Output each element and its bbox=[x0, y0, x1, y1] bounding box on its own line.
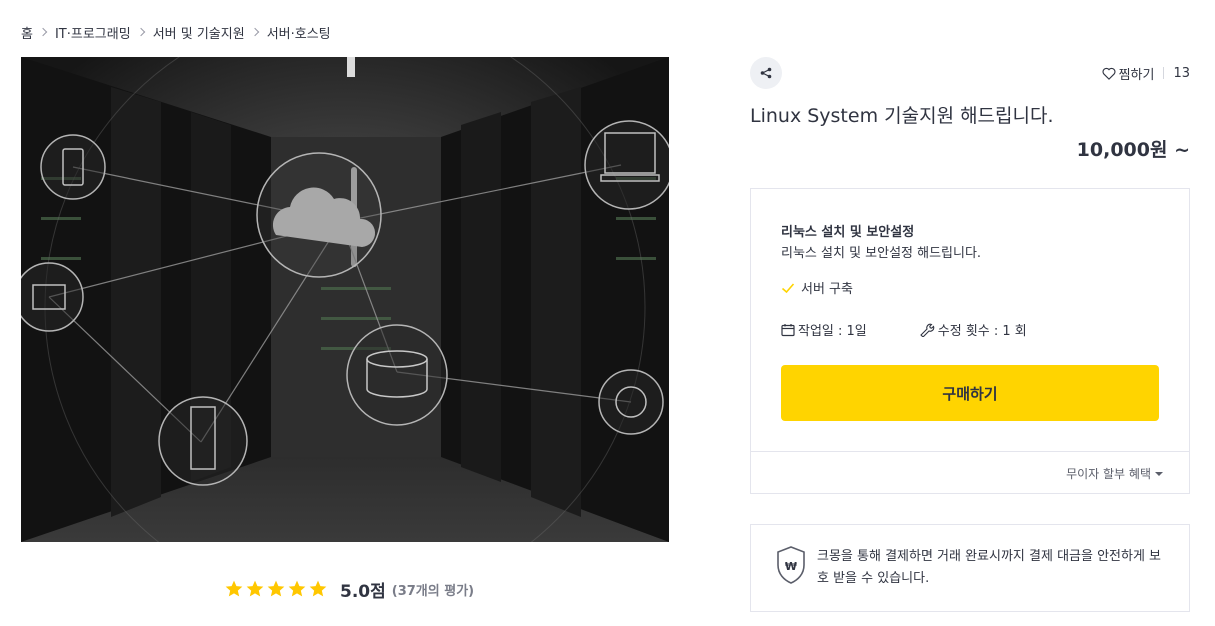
star-icon bbox=[225, 580, 243, 597]
wishlist-button[interactable]: 찜하기 bbox=[1102, 64, 1155, 83]
package-name: 리눅스 설치 및 보안설정 bbox=[781, 225, 915, 240]
installment-toggle[interactable]: 무이자 할부 혜택 bbox=[1066, 465, 1163, 482]
chevron-right-icon bbox=[135, 25, 149, 39]
package-description: 리눅스 설치 및 보안설정 해드립니다. bbox=[781, 246, 982, 261]
service-title: Linux System 기술지원 해드립니다. bbox=[750, 105, 1054, 127]
breadcrumb-server-hosting[interactable]: 서버·호스팅 bbox=[267, 23, 331, 42]
breadcrumb-home[interactable]: 홈 bbox=[21, 23, 33, 42]
svg-text:₩: ₩ bbox=[785, 560, 797, 573]
breadcrumb-server-support[interactable]: 서버 및 기술지원 bbox=[153, 23, 245, 42]
calendar-icon bbox=[781, 323, 795, 336]
safe-payment-text: 크몽을 통해 결제하면 거래 완료시까지 결제 대금을 안전하게 보호 받을 수… bbox=[817, 549, 1162, 586]
heart-icon bbox=[1102, 67, 1116, 80]
safe-payment-notice: ₩ 크몽을 통해 결제하면 거래 완료시까지 결제 대금을 안전하게 보호 받을… bbox=[750, 524, 1190, 612]
work-days-label: 작업일 : 1일 bbox=[798, 324, 867, 339]
star-icon bbox=[246, 580, 264, 597]
wishlist-count: 13 bbox=[1173, 65, 1190, 81]
revisions-label: 수정 횟수 : 1 회 bbox=[937, 324, 1027, 339]
star-rating bbox=[224, 579, 328, 599]
buy-button[interactable]: 구매하기 bbox=[781, 365, 1159, 421]
share-icon bbox=[760, 67, 772, 79]
wishlist: 찜하기 13 bbox=[1102, 63, 1190, 83]
rating-score: 5.0점 bbox=[340, 581, 386, 602]
check-icon bbox=[781, 282, 795, 293]
caret-down-icon bbox=[1155, 471, 1163, 476]
feature-label: 서버 구축 bbox=[801, 282, 853, 297]
shield-icon: ₩ bbox=[777, 546, 805, 584]
package-meta: 작업일 : 1일 수정 횟수 : 1 회 bbox=[781, 320, 1027, 339]
wrench-icon bbox=[919, 323, 935, 337]
star-icon bbox=[309, 580, 327, 597]
chevron-right-icon bbox=[249, 25, 263, 39]
share-button[interactable] bbox=[750, 57, 782, 89]
package-panel: 리눅스 설치 및 보안설정 리눅스 설치 및 보안설정 해드립니다. 서버 구축… bbox=[750, 188, 1190, 494]
revisions: 수정 횟수 : 1 회 bbox=[919, 320, 1027, 339]
star-icon bbox=[288, 580, 306, 597]
service-price: 10,000원 ~ bbox=[1076, 139, 1190, 161]
server-room-illustration bbox=[21, 57, 669, 542]
work-days: 작업일 : 1일 bbox=[781, 320, 867, 339]
wishlist-label: 찜하기 bbox=[1118, 67, 1155, 83]
divider bbox=[1163, 67, 1165, 79]
installment-label: 무이자 할부 혜택 bbox=[1066, 467, 1151, 481]
breadcrumb-it-programming[interactable]: IT·프로그래밍 bbox=[55, 23, 131, 42]
rating-count: (37개의 평가) bbox=[391, 583, 475, 599]
package-feature: 서버 구축 bbox=[781, 278, 853, 297]
breadcrumb: 홈 IT·프로그래밍 서버 및 기술지원 서버·호스팅 bbox=[21, 22, 331, 42]
chevron-right-icon bbox=[37, 25, 51, 39]
service-main-image[interactable] bbox=[21, 57, 669, 542]
package-footer: 무이자 할부 혜택 bbox=[751, 451, 1189, 493]
rating-summary[interactable]: 5.0점 (37개의 평가) bbox=[224, 576, 474, 602]
star-icon bbox=[267, 580, 285, 597]
